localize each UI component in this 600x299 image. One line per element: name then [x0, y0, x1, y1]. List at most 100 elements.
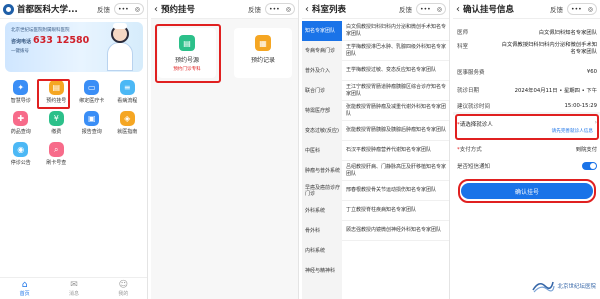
department-category-item[interactable]: 骨外科 — [302, 221, 342, 241]
feedback-button[interactable]: 反馈 — [550, 4, 563, 14]
notice-icon: ◉ — [13, 142, 29, 157]
department-category-item[interactable]: 联合门诊 — [302, 81, 342, 101]
feedback-button[interactable]: 反馈 — [248, 4, 261, 14]
department-team-list: 白文佩教授妇科妇科内分泌和微创手术知名专家团队 王学梅教授淋巴水肿、乳腺四级外科知… — [342, 21, 449, 299]
more-icon[interactable]: ••• — [118, 6, 129, 13]
department-category-item[interactable]: 特需医疗部 — [302, 101, 342, 121]
department-team-item[interactable]: 王江宁教授胃肠道肿瘤胰腺区综合诊疗知名专家团队 — [342, 81, 449, 101]
department-category-item[interactable]: 专病专病门诊 — [302, 41, 342, 61]
payment-row: *支付方式 到院支付 — [457, 143, 597, 154]
department-team-item[interactable]: 张能教授胃肠胰腺及胰腺后肿瘤知名专家团队 — [342, 121, 449, 141]
flow-icon: ≡ — [119, 80, 135, 95]
department-category-item[interactable]: 内科系统 — [302, 241, 342, 261]
top-bar: 首都医科大学... 反馈 ••• ◎ — [0, 0, 147, 19]
appointment-screen: ‹ 预约挂号 反馈 ••• ◎ ▤ 预约号源 预约门诊专科 ▦ 预约记录 — [151, 0, 299, 299]
service-item-label: 就医指南 — [117, 129, 138, 135]
service-item[interactable]: ≡ 看病流程 — [110, 80, 146, 106]
close-icon[interactable]: ◎ — [588, 6, 593, 13]
banner-dial-label: 一键拨号 — [11, 49, 29, 54]
banner-hospital-name: 北京世纪坛医院附属眼科医院 — [11, 28, 70, 33]
feedback-button[interactable]: 反馈 — [97, 4, 110, 14]
department-label: 科室 — [457, 44, 469, 50]
close-icon[interactable]: ◎ — [437, 6, 442, 13]
department-team-item[interactable]: 白文佩教授妇科妇科内分泌和微创手术知名专家团队 — [342, 21, 449, 41]
department-team-item[interactable]: 王学梅教授过敏、变态反应知名专家团队 — [342, 61, 449, 81]
mini-program-capsule[interactable]: ••• ◎ — [567, 3, 597, 15]
doctor-label: 医师 — [457, 29, 469, 36]
service-item[interactable]: ◈ 就医指南 — [110, 111, 146, 137]
banner-phone-number: 633 12580 — [33, 35, 90, 46]
mini-program-capsule[interactable]: ••• ◎ — [114, 3, 144, 15]
feedback-button[interactable]: 反馈 — [399, 4, 412, 14]
close-icon[interactable]: ◎ — [286, 6, 291, 13]
department-list-screen: ‹ 科室列表 反馈 ••• ◎ 知名专家团队 专病专病门诊 普外及介入 联合门诊 特需医… — [302, 0, 450, 299]
hospital-logo-icon — [3, 3, 14, 15]
sms-notify-toggle[interactable] — [582, 161, 597, 170]
tab-label: 消息 — [68, 290, 79, 297]
department-category-item[interactable]: 知名专家团队 — [302, 21, 342, 41]
sms-notify-row: 是否短信通知 — [457, 160, 597, 171]
bottom-tab-bar: ⌂ 首页 ✉ 消息 ☺ 我的 — [0, 277, 147, 299]
record-icon: ▦ — [255, 35, 271, 51]
more-icon[interactable]: ••• — [571, 6, 582, 13]
back-icon[interactable]: ‹ — [456, 4, 460, 15]
department-category-item[interactable]: 早癌及癌前诊疗门诊 — [302, 181, 342, 201]
more-icon[interactable]: ••• — [269, 6, 280, 13]
department-team-item[interactable]: 石汉平教授肿瘤营养代谢知名专家团队 — [342, 141, 449, 161]
doctor-row: 医师 白文佩妇科知名专家团队 — [457, 26, 597, 37]
back-icon[interactable]: ‹ — [305, 4, 309, 15]
department-team-item[interactable]: 张能教授胃肠肿瘤及减重代谢外科知名专家团队 — [342, 101, 449, 121]
department-category-item[interactable]: 肿瘤与普外系统 — [302, 161, 342, 181]
page-title: 科室列表 — [312, 5, 347, 15]
visit-time-value: 15:00-15:29 — [564, 102, 597, 109]
back-icon[interactable]: ‹ — [154, 4, 158, 15]
guide-icon: ◈ — [119, 111, 135, 126]
department-category-list: 知名专家团队 专病专病门诊 普外及介入 联合门诊 特需医疗部 变态过敏(反应) 中医科 肿瘤与… — [302, 21, 342, 299]
mini-program-capsule[interactable]: ••• ◎ — [265, 3, 295, 15]
banner-phone[interactable]: 咨询电话 633 12580 — [11, 35, 89, 46]
tab-label: 我的 — [118, 290, 129, 297]
department-category-item[interactable]: 神经与精神科 — [302, 261, 342, 281]
department-category-item[interactable]: 普外及介入 — [302, 61, 342, 81]
service-item[interactable]: ▭ 绑定医疗卡 — [74, 80, 110, 106]
top-bar: ‹ 科室列表 反馈 ••• ◎ — [302, 0, 449, 19]
doctor-value: 白文佩妇科知名专家团队 — [538, 29, 597, 36]
department-team-item[interactable]: 邢春根教授骨关节运动损伤知名专家团队 — [342, 181, 449, 201]
tab-home[interactable]: ⌂ 首页 — [19, 280, 30, 297]
nurse-illustration — [107, 23, 133, 71]
mini-program-capsule[interactable]: ••• ◎ — [416, 3, 446, 15]
service-item[interactable]: ✚ 药品查询 — [3, 111, 39, 137]
close-icon[interactable]: ◎ — [135, 6, 140, 13]
service-item[interactable]: ¥ 缴费 — [39, 111, 75, 137]
service-item[interactable]: ◉ 停诊公告 — [3, 142, 39, 168]
tab-user[interactable]: ☺ 我的 — [118, 280, 129, 297]
sms-notify-label: 是否短信通知 — [457, 163, 491, 170]
department-category-item[interactable]: 外科系统 — [302, 201, 342, 221]
tab-message[interactable]: ✉ 消息 — [68, 280, 79, 297]
service-item-label: 看病流程 — [117, 98, 138, 104]
tab-label: 首页 — [19, 290, 30, 297]
service-item[interactable]: ▣ 报告查询 — [74, 111, 110, 137]
service-item-label: 报告查询 — [81, 129, 102, 135]
department-team-item[interactable]: 王学梅教授淋巴水肿、乳腺四级外科知名专家团队 — [342, 41, 449, 61]
payment-label: *支付方式 — [457, 146, 482, 153]
more-icon[interactable]: ••• — [420, 6, 431, 13]
department-category-item[interactable]: 变态过敏(反应) — [302, 121, 342, 141]
department-team-item[interactable]: 顾志强教授内镜微创神经外科知名专家团队 — [342, 221, 449, 241]
highlight-box — [155, 24, 221, 83]
service-item-label: 药品查询 — [10, 129, 31, 135]
service-grid: ✦ 智慧导诊 ▤ 预约挂号 ▭ 绑定医疗卡 ≡ 看病流程 ✚ 药品查询 ¥ 缴费 ▣ 报告查询 ◈ 就医指南 ◉… — [3, 80, 145, 168]
appointment-records-card[interactable]: ▦ 预约记录 — [234, 28, 292, 78]
department-team-item[interactable]: 丁立教授脊柱疾病知名专家团队 — [342, 201, 449, 221]
highlight-box — [455, 114, 599, 140]
compass-icon: ✦ — [13, 80, 29, 95]
top-bar: ‹ 确认挂号信息 反馈 ••• ◎ — [453, 0, 600, 19]
page-title: 确认挂号信息 — [463, 5, 515, 15]
department-team-item[interactable]: 吕绍教授肝病、门静脉高压及肝移植知名专家团队 — [342, 161, 449, 181]
service-item[interactable]: ✦ 智慧导诊 — [3, 80, 39, 106]
department-category-item[interactable]: 中医科 — [302, 141, 342, 161]
service-item[interactable]: ⌕ 刷卡号查 — [39, 142, 75, 168]
hotline-banner[interactable]: 北京世纪坛医院附属眼科医院 咨询电话 633 12580 一键拨号 — [5, 22, 143, 72]
page-title: 首都医科大学... — [17, 5, 78, 15]
fee-row: 医事服务费 ¥60 — [457, 66, 597, 77]
